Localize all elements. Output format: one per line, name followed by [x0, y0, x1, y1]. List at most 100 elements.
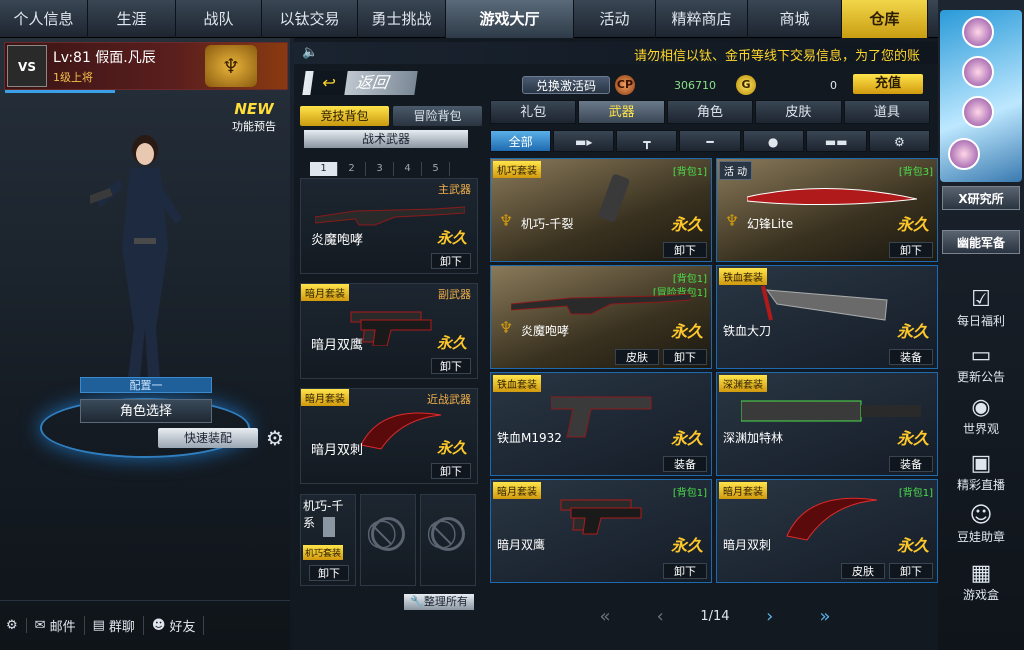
pack-page-4[interactable]: 4 — [394, 162, 422, 176]
group-chat-button[interactable]: ▤ 群聊 — [93, 616, 144, 635]
rifle-image — [315, 206, 465, 226]
tab-clan[interactable]: 战队 — [176, 0, 262, 38]
tab-career[interactable]: 生涯 — [88, 0, 176, 38]
skin-button[interactable]: 皮肤 — [841, 563, 885, 579]
slot-duration: 永久 — [436, 334, 467, 352]
pack-page-3[interactable]: 3 — [366, 162, 394, 176]
daily-reward-button[interactable]: ☑ 每日福利 — [938, 288, 1024, 329]
update-notice-button[interactable]: ▭ 更新公告 — [938, 344, 1024, 385]
tab-items[interactable]: 道具 — [843, 100, 931, 124]
chat-bubble-icon: ▭ — [970, 343, 992, 368]
tab-warehouse[interactable]: 仓库 — [842, 0, 928, 38]
douwa-helper-button[interactable]: ☺ 豆娃助章 — [938, 504, 1024, 545]
tab-mall[interactable]: 商城 — [748, 0, 842, 38]
role-select-button[interactable]: 角色选择 — [80, 399, 212, 423]
tab-challenge[interactable]: 勇士挑战 — [358, 0, 446, 38]
unequip-button[interactable]: 卸下 — [663, 349, 707, 365]
equip-button[interactable]: 装备 — [663, 456, 707, 472]
first-page-icon[interactable]: « — [590, 606, 620, 627]
config-label[interactable]: 配置一 — [80, 377, 212, 393]
tab-lobby[interactable]: 游戏大厅 — [446, 0, 574, 38]
card-duration: 永久 — [896, 429, 929, 448]
mail-button[interactable]: ✉ 邮件 — [35, 616, 85, 635]
tab-gift[interactable]: 礼包 — [490, 100, 577, 124]
tab-competitive-pack[interactable]: 竞技背包 — [300, 106, 389, 126]
weapon-card[interactable]: 铁血套装 铁血M1932 永久 装备 — [490, 372, 712, 476]
card-name: 暗月双刺 — [723, 538, 772, 552]
pistol-icon[interactable]: ┳ — [616, 130, 678, 152]
event-banner[interactable] — [940, 10, 1022, 182]
knife-icon[interactable]: ━ — [679, 130, 741, 152]
tab-events[interactable]: 活动 — [574, 0, 656, 38]
live-stream-label: 精彩直播 — [956, 478, 1005, 492]
weapon-card[interactable]: 活 动 [背包3] ♆ 幻锋Lite 永久 卸下 — [716, 158, 938, 262]
set-tag: 机巧套装 — [303, 545, 344, 560]
pack-page-1[interactable]: 1 — [310, 162, 338, 176]
unequip-button[interactable]: 卸下 — [431, 358, 471, 374]
unequip-button[interactable]: 卸下 — [431, 463, 471, 479]
pack-page-2[interactable]: 2 — [338, 162, 366, 176]
unequip-button[interactable]: 卸下 — [889, 563, 933, 579]
player-card[interactable]: VS Lv:81 假面.凡辰 1级上将 ♆ — [4, 42, 288, 93]
back-button[interactable]: ↩ 返回 — [302, 71, 418, 95]
tab-characters[interactable]: 角色 — [666, 100, 754, 124]
tactical-slot[interactable]: 机巧-千系 机巧套装 卸下 — [300, 494, 356, 586]
weapon-card[interactable]: 暗月套装 [背包1] 暗月双刺 永久 皮肤 卸下 — [716, 479, 938, 583]
equip-button[interactable]: 装备 — [889, 456, 933, 472]
tactical-weapon-button[interactable]: 战术武器 — [304, 130, 468, 148]
next-page-icon[interactable]: › — [755, 606, 785, 627]
special-icon[interactable]: ▬▬ — [805, 130, 867, 152]
grenade-icon[interactable]: ● — [742, 130, 804, 152]
live-stream-button[interactable]: ▣ 精彩直播 — [938, 452, 1024, 493]
weapon-card[interactable]: 铁血套装 铁血大刀 永久 装备 — [716, 265, 938, 369]
settings-icon: ⚙ — [6, 618, 18, 633]
new-feature-badge[interactable]: NEW 功能预告 — [228, 100, 280, 146]
tab-profile[interactable]: 个人信息 — [0, 0, 88, 38]
unequip-button[interactable]: 卸下 — [663, 242, 707, 258]
equip-button[interactable]: 装备 — [889, 349, 933, 365]
card-duration: 永久 — [896, 322, 929, 341]
unequip-button[interactable]: 卸下 — [889, 242, 933, 258]
card-duration: 永久 — [896, 215, 929, 234]
pack-page-5[interactable]: 5 — [422, 162, 450, 176]
tab-adventure-pack[interactable]: 冒险背包 — [393, 106, 482, 126]
melee-weapon-slot[interactable]: 暗月套装 近战武器 暗月双刺 永久 卸下 — [300, 388, 478, 484]
dual-pistols-image — [560, 499, 642, 535]
recharge-button[interactable]: 充值 — [853, 74, 923, 94]
weapon-card[interactable]: 暗月套装 [背包1] 暗月双鹰 永久 卸下 — [490, 479, 712, 583]
tab-skins[interactable]: 皮肤 — [755, 100, 842, 124]
last-page-icon[interactable]: » — [810, 606, 840, 627]
quick-equip-button[interactable]: 快速装配 — [158, 428, 258, 448]
unequip-button[interactable]: 卸下 — [309, 565, 349, 581]
filter-all[interactable]: 全部 — [490, 130, 552, 152]
unequip-button[interactable]: 卸下 — [431, 253, 471, 269]
settings-button[interactable]: ⚙ — [6, 618, 27, 633]
primary-weapon-slot[interactable]: 主武器 炎魔咆哮 永久 卸下 — [300, 178, 478, 274]
tidy-all-button[interactable]: 🔧整理所有 — [404, 594, 474, 610]
gear-icon[interactable]: ⚙ — [868, 130, 930, 152]
weapon-card[interactable]: [背包1] [冒险背包1] ♆ 炎魔咆哮 永久 皮肤 卸下 — [490, 265, 712, 369]
x-lab-button[interactable]: X研究所 — [942, 186, 1020, 210]
set-tag: 暗月套装 — [301, 284, 349, 301]
tab-trade[interactable]: 以钛交易 — [262, 0, 358, 38]
secondary-weapon-slot[interactable]: 暗月套装 副武器 暗月双鹰 永久 卸下 — [300, 283, 478, 379]
douwa-helper-label: 豆娃助章 — [956, 530, 1005, 544]
card-duration: 永久 — [670, 322, 703, 341]
friends-button[interactable]: ☻ 好友 — [152, 616, 205, 635]
prev-page-icon[interactable]: ‹ — [645, 606, 675, 627]
weapon-card[interactable]: 机巧套装 [背包1] ♆ 机巧-千裂 永久 卸下 — [490, 158, 712, 262]
weapon-card[interactable]: 深渊套装 深渊加特林 永久 装备 — [716, 372, 938, 476]
rifle-icon[interactable]: ▬▸ — [553, 130, 615, 152]
notice-bar: 🔈 请勿相信以钛、金币等线下交易信息，为了您的账 — [294, 42, 938, 64]
tab-essence-shop[interactable]: 精粹商店 — [656, 0, 748, 38]
game-box-button[interactable]: ▦ 游戏盒 — [938, 562, 1024, 603]
redeem-code-button[interactable]: 兑换激活码 — [522, 76, 610, 94]
rank-emblem-icon: ♆ — [205, 45, 257, 87]
mech-armory-button[interactable]: 幽能军备 — [942, 230, 1020, 254]
skin-button[interactable]: 皮肤 — [615, 349, 659, 365]
gear-icon[interactable]: ⚙ — [264, 427, 286, 449]
unequip-button[interactable]: 卸下 — [663, 563, 707, 579]
worldview-button[interactable]: ◉ 世界观 — [938, 396, 1024, 437]
machete-image — [761, 285, 888, 321]
tab-weapons[interactable]: 武器 — [578, 100, 665, 124]
